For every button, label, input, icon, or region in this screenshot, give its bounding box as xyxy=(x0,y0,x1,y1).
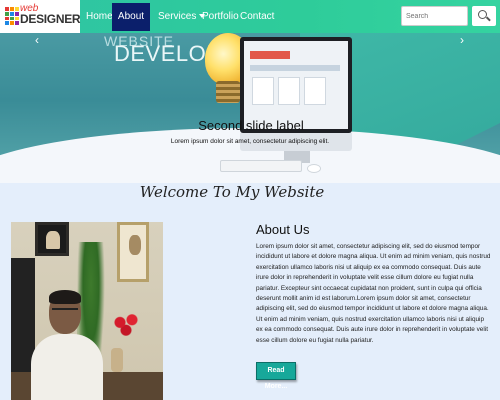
logo-square xyxy=(15,21,19,25)
nav-services-label: Services xyxy=(158,11,197,22)
logo-square xyxy=(5,7,9,11)
search-icon xyxy=(478,10,487,19)
nav-contact[interactable]: Contact xyxy=(240,0,274,33)
logo-square xyxy=(5,16,9,21)
search-button[interactable] xyxy=(472,6,496,26)
logo-square xyxy=(10,11,14,16)
hero-carousel: WEBSITE DEVELOPMENT Second slide label L… xyxy=(0,33,500,183)
logo-square xyxy=(10,16,14,21)
logo-square xyxy=(5,11,9,16)
slide-caption-title: Second slide label xyxy=(198,118,304,133)
profile-photo xyxy=(11,222,163,400)
logo-grid-icon xyxy=(5,7,19,25)
logo-square xyxy=(5,21,9,25)
nav-home[interactable]: Home xyxy=(86,0,113,33)
about-body-text: Lorem ipsum dolor sit amet, consectetur … xyxy=(256,243,491,344)
slide-caption-text: Lorem ipsum dolor sit amet, consectetur … xyxy=(170,138,330,145)
carousel-prev-icon[interactable]: ‹ xyxy=(35,33,39,47)
search-input[interactable] xyxy=(401,6,468,26)
navbar: web DESIGNER Home About Me Services Port… xyxy=(0,0,500,50)
about-heading: About Us xyxy=(256,222,310,237)
welcome-heading: Welcome To My Website xyxy=(139,183,325,201)
logo-square xyxy=(10,7,14,11)
carousel-next-icon[interactable]: › xyxy=(460,33,464,47)
keyboard-image xyxy=(220,160,302,172)
read-more-button[interactable]: Read More... xyxy=(256,362,296,390)
logo-square xyxy=(15,11,19,16)
nav-portfolio[interactable]: Portfolio xyxy=(202,0,239,33)
nav-services[interactable]: Services xyxy=(158,0,206,33)
site-logo[interactable]: web DESIGNER xyxy=(0,0,81,33)
mouse-image xyxy=(307,164,321,173)
logo-square xyxy=(15,7,19,11)
nav-about-me[interactable]: About Me xyxy=(112,3,150,50)
logo-square xyxy=(15,16,19,21)
logo-square xyxy=(10,21,14,25)
logo-text-designer: DESIGNER xyxy=(20,12,81,26)
